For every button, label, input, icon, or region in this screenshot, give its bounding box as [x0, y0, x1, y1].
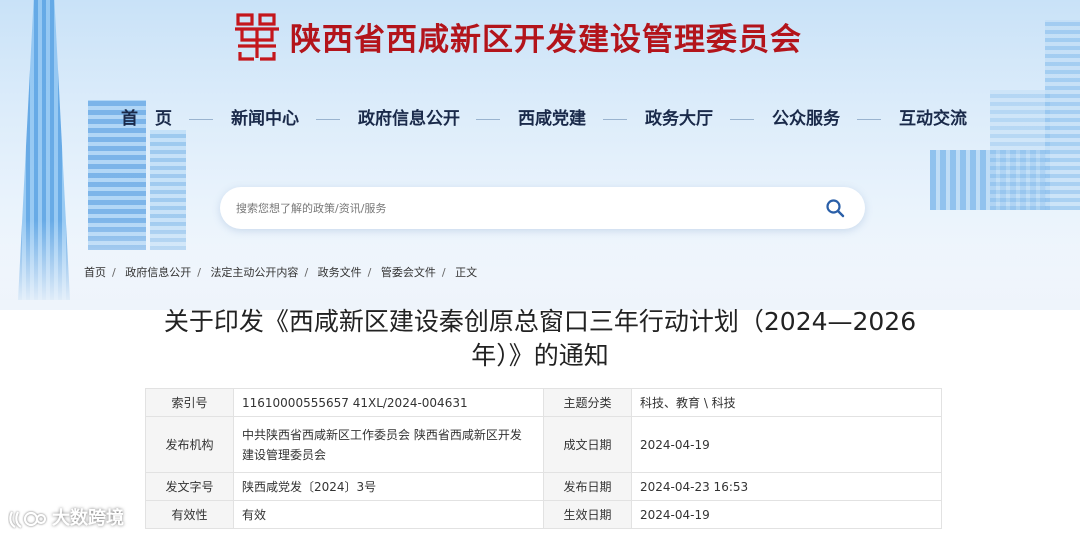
search-bar [220, 187, 865, 229]
meta-value: 11610000555657 41XL/2024-004631 [233, 388, 544, 417]
meta-value: 2024-04-19 [631, 416, 942, 473]
meta-label: 主题分类 [543, 388, 632, 417]
nav-separator [189, 119, 213, 120]
meta-label: 有效性 [145, 500, 234, 529]
document-metadata-table: 索引号 11610000555657 41XL/2024-004631 主题分类… [145, 388, 942, 529]
nav-gov-hall[interactable]: 政务大厅 [645, 104, 713, 129]
header-banner: 陕西省西咸新区开发建设管理委员会 首 页 新闻中心 政府信息公开 西咸党建 政务… [0, 0, 1080, 310]
breadcrumb-committee-docs[interactable]: 管委会文件 [381, 266, 436, 279]
nav-separator [476, 119, 500, 120]
breadcrumb-separator: / [367, 266, 372, 279]
table-row: 发文字号 陕西咸党发〔2024〕3号 发布日期 2024-04-23 16:53 [145, 472, 942, 501]
breadcrumb-separator: / [304, 266, 309, 279]
nav-separator [316, 119, 340, 120]
breadcrumb-separator: / [112, 266, 116, 279]
meta-label: 发文字号 [145, 472, 234, 501]
breadcrumb-gov-docs[interactable]: 政务文件 [318, 266, 362, 279]
site-title[interactable]: 陕西省西咸新区开发建设管理委员会 [290, 14, 802, 59]
site-emblem-icon[interactable] [232, 12, 282, 62]
breadcrumb-statutory[interactable]: 法定主动公开内容 [210, 266, 298, 279]
table-row: 有效性 有效 生效日期 2024-04-19 [145, 500, 942, 529]
meta-label: 索引号 [145, 388, 234, 417]
nav-public-service[interactable]: 公众服务 [772, 104, 840, 129]
watermark-text: 大数跨境 [52, 508, 124, 529]
search-icon[interactable] [825, 198, 845, 218]
nav-party[interactable]: 西咸党建 [518, 104, 586, 129]
watermark: 大数跨境 [8, 504, 124, 530]
nav-news[interactable]: 新闻中心 [231, 104, 299, 129]
nav-interaction[interactable]: 互动交流 [899, 104, 967, 129]
meta-label: 成文日期 [543, 416, 632, 473]
breadcrumb: 首页 / 政府信息公开 / 法定主动公开内容 / 政务文件 / 管委会文件 / 正文 [84, 264, 483, 280]
nav-gov-info[interactable]: 政府信息公开 [358, 104, 460, 129]
nav-home[interactable]: 首 页 [121, 104, 172, 129]
meta-value: 2024-04-23 16:53 [631, 472, 942, 501]
page-title-line: 关于印发《西咸新区建设秦创原总窗口三年行动计划（2024—2026 [163, 307, 917, 336]
meta-value-line: 建设管理委员会 [242, 447, 327, 462]
breadcrumb-home[interactable]: 首页 [84, 266, 106, 279]
meta-value: 陕西咸党发〔2024〕3号 [233, 472, 544, 501]
meta-value: 有效 [233, 500, 544, 529]
watermark-logo-icon [9, 511, 47, 528]
meta-label: 生效日期 [543, 500, 632, 529]
meta-value-line: 中共陕西省西咸新区工作委员会 陕西省西咸新区开发 [242, 427, 522, 442]
page-title: 关于印发《西咸新区建设秦创原总窗口三年行动计划（2024—2026 年）》的通知 [160, 305, 920, 373]
nav-separator [857, 119, 881, 120]
nav-separator [730, 119, 754, 120]
breadcrumb-gov-info[interactable]: 政府信息公开 [125, 266, 191, 279]
search-input[interactable] [236, 187, 796, 229]
page-title-line: 年）》的通知 [471, 341, 609, 370]
main-nav: 首 页 新闻中心 政府信息公开 西咸党建 政务大厅 公众服务 互动交流 [0, 104, 1080, 136]
table-row: 发布机构 中共陕西省西咸新区工作委员会 陕西省西咸新区开发 建设管理委员会 成文… [145, 416, 942, 473]
nav-separator [603, 119, 627, 120]
breadcrumb-separator: / [441, 266, 446, 279]
meta-label: 发布日期 [543, 472, 632, 501]
breadcrumb-current: 正文 [455, 266, 478, 279]
meta-value: 2024-04-19 [631, 500, 942, 529]
breadcrumb-separator: / [197, 266, 201, 279]
meta-value: 科技、教育 \ 科技 [631, 388, 942, 417]
table-row: 索引号 11610000555657 41XL/2024-004631 主题分类… [145, 388, 942, 417]
meta-value: 中共陕西省西咸新区工作委员会 陕西省西咸新区开发 建设管理委员会 [233, 416, 544, 473]
meta-label: 发布机构 [145, 416, 234, 473]
